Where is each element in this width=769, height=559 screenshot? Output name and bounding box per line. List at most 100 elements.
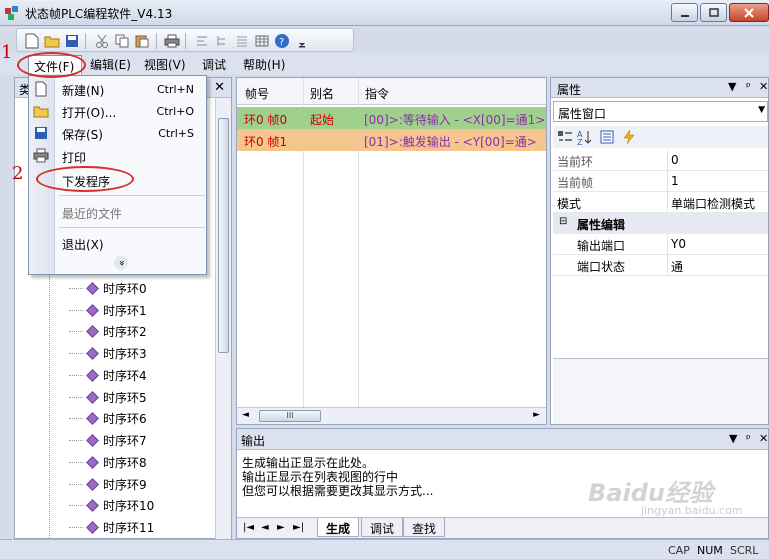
tab-build[interactable]: 生成 bbox=[317, 518, 360, 537]
tree-node[interactable]: 时序环0 bbox=[69, 278, 147, 298]
chevron-down-icon[interactable]: ▼ bbox=[758, 105, 765, 115]
scroll-right-icon[interactable]: ► bbox=[533, 410, 540, 420]
menu-debug[interactable]: 调试 bbox=[202, 56, 226, 73]
column-header-frame[interactable]: 帧号 bbox=[245, 85, 269, 102]
tree-node[interactable]: 时序环11 bbox=[69, 517, 154, 537]
tree-node[interactable]: 时序环10 bbox=[69, 495, 154, 515]
help-icon[interactable]: ? bbox=[273, 32, 291, 50]
tree-node[interactable]: 时序环1 bbox=[69, 300, 147, 320]
menu-help[interactable]: 帮助(H) bbox=[243, 56, 285, 73]
category-label: 属性编辑 bbox=[577, 218, 626, 232]
last-tab-icon[interactable]: ►| bbox=[293, 522, 304, 533]
tree-node[interactable]: 时序环6 bbox=[69, 408, 147, 428]
close-panel-icon[interactable]: ✕ bbox=[759, 80, 768, 93]
ring-node-icon bbox=[86, 390, 99, 404]
property-row[interactable]: 当前帧 1 bbox=[553, 171, 768, 192]
table-view-icon[interactable] bbox=[253, 32, 271, 50]
column-header-alias[interactable]: 别名 bbox=[310, 85, 334, 102]
column-header-command[interactable]: 指令 bbox=[365, 85, 389, 102]
close-panel-icon[interactable]: ✕ bbox=[759, 432, 768, 445]
open-folder-icon[interactable] bbox=[43, 32, 61, 50]
menu-item-exit[interactable]: 退出(X) bbox=[29, 232, 206, 254]
horizontal-scrollbar[interactable]: ◄ III ► bbox=[237, 407, 546, 424]
cell-frame: 环0 帧0 bbox=[244, 113, 288, 127]
property-category[interactable]: ⊟ 属性编辑 bbox=[553, 213, 768, 234]
table-row[interactable]: 环0 帧1 [01]>:触发输出 - <Y[00]=通> bbox=[237, 129, 546, 151]
property-row[interactable]: 当前环 0 bbox=[553, 150, 768, 171]
scrollbar-thumb[interactable] bbox=[218, 118, 229, 353]
toolbar: ? bbox=[0, 27, 769, 53]
scrollbar-thumb[interactable]: III bbox=[259, 410, 321, 422]
ring-node-icon bbox=[86, 346, 99, 360]
num-indicator: NUM bbox=[697, 544, 723, 557]
maximize-icon bbox=[708, 7, 719, 17]
tree-node[interactable]: 时序环4 bbox=[69, 365, 147, 385]
pin-icon[interactable]: ᵖ bbox=[746, 80, 751, 93]
selector-value: 属性窗口 bbox=[558, 107, 607, 121]
panel-header: 属性 ▼ ᵖ ✕ bbox=[551, 78, 768, 98]
next-tab-icon[interactable]: ► bbox=[277, 522, 285, 533]
baidu-watermark: Baidu经验 bbox=[588, 479, 713, 507]
menu-expand[interactable]: » bbox=[29, 256, 206, 272]
categorized-icon[interactable] bbox=[557, 129, 573, 145]
ring-node-icon bbox=[86, 281, 99, 295]
panel-menu-icon[interactable]: ▼ bbox=[728, 80, 736, 93]
menu-item-new[interactable]: 新建(N) Ctrl+N bbox=[29, 78, 206, 100]
caps-indicator: CAP bbox=[668, 544, 690, 557]
menu-bar: 文件(F) 编辑(E) 视图(V) 调试 帮助(H) bbox=[0, 53, 769, 75]
scroll-left-icon[interactable]: ◄ bbox=[242, 410, 249, 420]
menu-item-recent-files[interactable]: 最近的文件 bbox=[29, 201, 206, 223]
panel-header: 输出 ▼ ᵖ ✕ bbox=[237, 429, 768, 450]
maximize-button[interactable] bbox=[700, 3, 727, 22]
save-icon[interactable] bbox=[63, 32, 81, 50]
menu-item-open[interactable]: 打开(O)... Ctrl+O bbox=[29, 100, 206, 122]
tree-node[interactable]: 时序环2 bbox=[69, 321, 147, 341]
menu-edit[interactable]: 编辑(E) bbox=[90, 56, 131, 73]
cut-icon[interactable] bbox=[93, 32, 111, 50]
align-left-icon[interactable] bbox=[193, 32, 211, 50]
property-row[interactable]: 输出端口 Y0 bbox=[553, 234, 768, 255]
events-lightning-icon[interactable] bbox=[621, 129, 637, 145]
object-selector[interactable]: 属性窗口 ▼ bbox=[553, 101, 768, 122]
close-button[interactable] bbox=[729, 3, 769, 22]
annotation-ring bbox=[17, 52, 86, 78]
minimize-button[interactable] bbox=[671, 3, 698, 22]
tree-node[interactable]: 时序环8 bbox=[69, 452, 147, 472]
first-tab-icon[interactable]: |◄ bbox=[243, 522, 254, 533]
property-pages-icon[interactable] bbox=[599, 129, 615, 145]
save-icon bbox=[35, 127, 47, 139]
collapse-icon[interactable]: ⊟ bbox=[559, 216, 567, 227]
menu-item-print[interactable]: 打印 bbox=[29, 145, 206, 167]
menu-item-save[interactable]: 保存(S) Ctrl+S bbox=[29, 122, 206, 144]
property-row[interactable]: 模式 单端口检测模式 bbox=[553, 192, 768, 213]
tree-node[interactable]: 时序环9 bbox=[69, 474, 147, 494]
tree-node[interactable]: 时序环5 bbox=[69, 387, 147, 407]
menu-view[interactable]: 视图(V) bbox=[144, 56, 186, 73]
ring-node-icon bbox=[86, 455, 99, 469]
panel-menu-icon[interactable]: ▼ bbox=[729, 432, 737, 445]
property-value: 1 bbox=[671, 174, 679, 188]
tree-view-icon[interactable] bbox=[213, 32, 231, 50]
property-value: 通 bbox=[671, 260, 684, 274]
list-view-icon[interactable] bbox=[233, 32, 251, 50]
scroll-indicator: SCRL bbox=[730, 544, 759, 557]
paste-icon[interactable] bbox=[133, 32, 151, 50]
table-row[interactable]: 环0 帧0 起始 [00]>:等待输入 - <X[00]=通1> bbox=[237, 107, 546, 129]
tree-node[interactable]: 时序环7 bbox=[69, 430, 147, 450]
vertical-scrollbar[interactable] bbox=[215, 98, 231, 539]
tree-node[interactable]: 时序环3 bbox=[69, 343, 147, 363]
panel-title: 属性 bbox=[557, 83, 582, 97]
print-icon[interactable] bbox=[163, 32, 181, 50]
pin-icon[interactable]: ᵖ bbox=[746, 432, 751, 445]
toolbar-overflow-icon[interactable] bbox=[293, 32, 311, 50]
tab-debug[interactable]: 调试 bbox=[361, 518, 404, 537]
sort-alpha-icon[interactable]: AZ bbox=[577, 129, 593, 145]
tab-find[interactable]: 查找 bbox=[403, 518, 446, 537]
new-file-icon[interactable] bbox=[23, 32, 41, 50]
copy-icon[interactable] bbox=[113, 32, 131, 50]
close-panel-icon[interactable]: ✕ bbox=[214, 80, 225, 95]
frame-list-view: 帧号 别名 指令 环0 帧0 起始 [00]>:等待输入 - <X[00]=通1… bbox=[236, 77, 547, 425]
property-row[interactable]: 端口状态 通 bbox=[553, 255, 768, 276]
prev-tab-icon[interactable]: ◄ bbox=[261, 522, 269, 533]
menu-separator bbox=[59, 195, 205, 196]
